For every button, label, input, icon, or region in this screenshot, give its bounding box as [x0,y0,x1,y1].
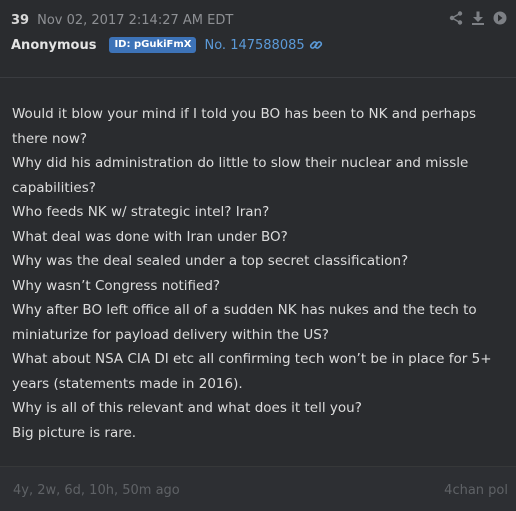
link-icon[interactable] [309,38,323,52]
post-source[interactable]: 4chan pol [444,483,508,498]
post-meta-row: 39 Nov 02, 2017 2:14:27 AM EDT [11,10,233,30]
post-line: Who feeds NK w/ strategic intel? Iran? [12,204,270,220]
post-body: Would it blow your mind if I told you BO… [12,102,508,445]
post-author-row: Anonymous ID: pGukiFmX No. 147588085 [11,35,323,55]
author-name: Anonymous [11,37,97,53]
post-line: Would it blow your mind if I told you BO… [12,106,477,147]
post-line: What about NSA CIA DI etc all confirming… [12,351,492,392]
download-icon[interactable] [470,10,486,26]
share-icon[interactable] [448,10,464,26]
post-timestamp: Nov 02, 2017 2:14:27 AM EDT [37,12,234,28]
post-actions [448,10,508,26]
post-line: Why after BO left office all of a sudden… [12,302,477,343]
post-card: 39 Nov 02, 2017 2:14:27 AM EDT Anonymous… [0,0,516,511]
post-line: Why is all of this relevant and what doe… [12,400,362,416]
post-number-link[interactable]: No. 147588085 [204,38,304,53]
post-age: 4y, 2w, 6d, 10h, 50m ago [13,483,180,498]
post-line: What deal was done with Iran under BO? [12,228,288,245]
go-icon[interactable] [492,10,508,26]
poster-id-badge[interactable]: ID: pGukiFmX [109,37,197,53]
post-line: Big picture is rare. [12,424,137,441]
post-line: Why was the deal sealed under a top secr… [12,253,409,269]
post-header: 39 Nov 02, 2017 2:14:27 AM EDT Anonymous… [0,0,516,78]
post-line: Why did his administration do little to … [12,155,469,196]
post-line: Why wasn’t Congress notified? [12,277,221,294]
post-footer: 4y, 2w, 6d, 10h, 50m ago 4chan pol [0,466,516,511]
post-number: 39 [11,12,30,28]
